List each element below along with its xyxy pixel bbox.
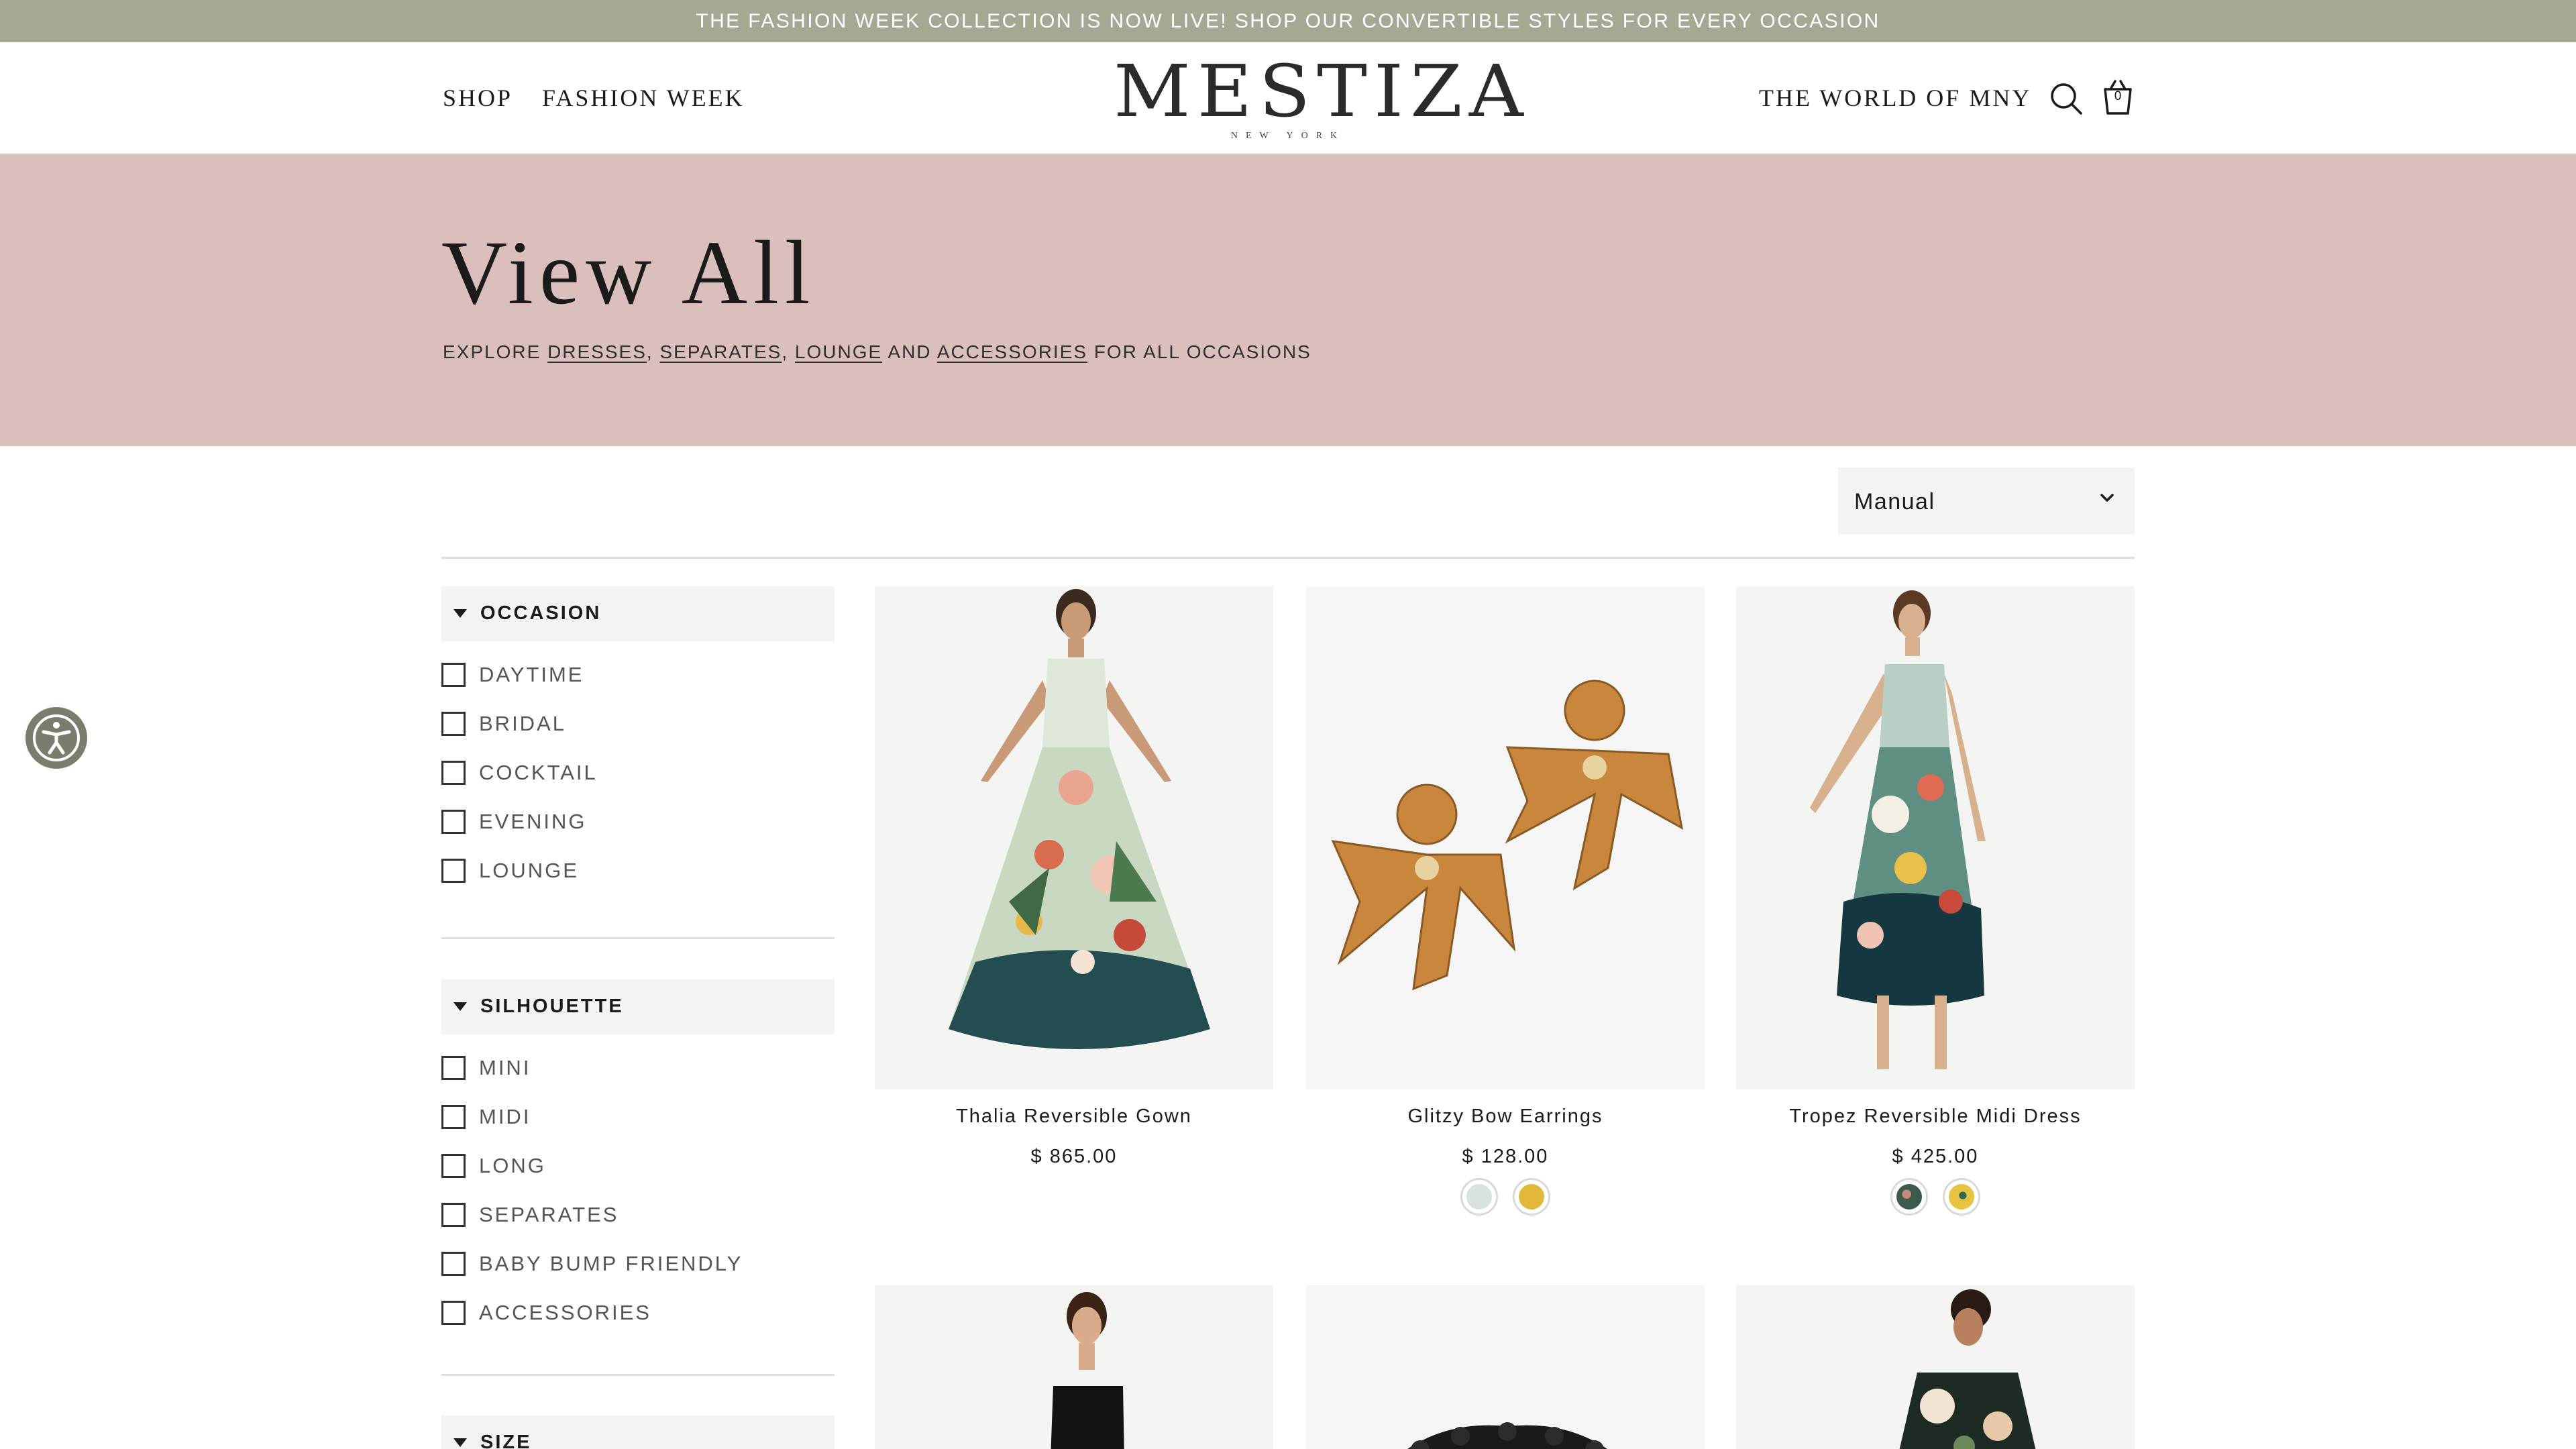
sort-select[interactable]: Manual xyxy=(1838,468,2135,535)
collection-hero: View All EXPLORE DRESSES, SEPARATES, LOU… xyxy=(0,154,2576,446)
filter-option-label: LONG xyxy=(479,1154,546,1177)
caret-down-icon xyxy=(453,1002,467,1011)
filter-option-separates[interactable]: SEPARATES xyxy=(441,1201,619,1228)
nav-shop[interactable]: SHOP xyxy=(443,84,513,112)
filter-title: SIZE xyxy=(480,1432,532,1449)
checkbox[interactable] xyxy=(441,1301,466,1325)
brand-logo[interactable]: MESTIZA NEW YORK xyxy=(1114,50,1530,148)
filter-option-evening[interactable]: EVENING xyxy=(441,808,587,835)
filter-option-label: COCKTAIL xyxy=(479,761,598,784)
checkbox[interactable] xyxy=(441,859,466,883)
color-swatches xyxy=(1736,1178,2135,1216)
checkbox[interactable] xyxy=(441,663,466,687)
checkbox[interactable] xyxy=(441,810,466,834)
product-name[interactable]: Thalia Reversible Gown xyxy=(875,1106,1273,1128)
filter-size-toggle[interactable]: SIZE xyxy=(441,1415,835,1449)
swatch-color xyxy=(1949,1184,1974,1210)
product-image[interactable] xyxy=(1306,586,1705,1089)
filter-option-cocktail[interactable]: COCKTAIL xyxy=(441,759,598,786)
filter-silhouette-toggle[interactable]: SILHOUETTE xyxy=(441,979,835,1034)
filter-option-accessories[interactable]: ACCESSORIES xyxy=(441,1299,651,1326)
link-lounge[interactable]: LOUNGE xyxy=(795,341,882,362)
accessibility-icon xyxy=(33,714,80,761)
filter-option-label: ACCESSORIES xyxy=(479,1301,651,1324)
filter-option-bridal[interactable]: BRIDAL xyxy=(441,710,566,737)
checkbox[interactable] xyxy=(441,1154,466,1178)
hero-sub-suffix: FOR ALL OCCASIONS xyxy=(1093,341,1311,362)
link-dresses[interactable]: DRESSES xyxy=(547,341,647,362)
product-image[interactable] xyxy=(875,586,1273,1089)
filter-option-lounge[interactable]: LOUNGE xyxy=(441,857,579,884)
filter-title: OCCASION xyxy=(480,602,602,624)
search-icon[interactable] xyxy=(2049,81,2084,116)
hero-sub-and: AND xyxy=(888,341,932,362)
accessibility-button[interactable] xyxy=(25,707,87,769)
product-price: $ 128.00 xyxy=(1462,1146,1549,1167)
checkbox[interactable] xyxy=(441,1203,466,1227)
filter-occasion-toggle[interactable]: OCCASION xyxy=(441,586,835,641)
product-name[interactable]: Tropez Reversible Midi Dress xyxy=(1736,1106,2135,1128)
shopping-bag-icon[interactable]: 0 xyxy=(2101,78,2135,116)
filter-option-label: SEPARATES xyxy=(479,1203,619,1226)
nav-fashion-week[interactable]: FASHION WEEK xyxy=(542,84,745,112)
product-image[interactable] xyxy=(1306,1285,1705,1449)
checkbox[interactable] xyxy=(441,712,466,736)
color-swatch[interactable] xyxy=(1890,1178,1928,1216)
checkbox[interactable] xyxy=(441,1056,466,1080)
nav-world-of-mny[interactable]: THE WORLD OF MNY xyxy=(1759,84,2031,112)
filter-title: SILHOUETTE xyxy=(480,996,624,1017)
checkbox[interactable] xyxy=(441,761,466,785)
color-swatch[interactable] xyxy=(1943,1178,1980,1216)
caret-down-icon xyxy=(453,1438,467,1447)
filter-option-baby-bump-friendly[interactable]: BABY BUMP FRIENDLY xyxy=(441,1250,743,1277)
announcement-bar[interactable]: THE FASHION WEEK COLLECTION IS NOW LIVE!… xyxy=(0,0,2576,42)
filter-option-label: BABY BUMP FRIENDLY xyxy=(479,1252,743,1275)
filter-option-label: MINI xyxy=(479,1056,531,1079)
chevron-down-icon xyxy=(2100,493,2114,506)
site-header: SHOP FASHION WEEK MESTIZA NEW YORK THE W… xyxy=(0,42,2576,154)
filter-option-label: EVENING xyxy=(479,810,587,833)
filter-divider xyxy=(441,1374,835,1376)
filter-option-label: BRIDAL xyxy=(479,712,566,735)
swatch-color xyxy=(1466,1184,1492,1210)
color-swatches xyxy=(1306,1178,1705,1216)
product-image[interactable] xyxy=(1736,1285,2135,1449)
swatch-color xyxy=(1519,1184,1544,1210)
filter-option-mini[interactable]: MINI xyxy=(441,1055,531,1081)
filter-option-label: LOUNGE xyxy=(479,859,579,882)
checkbox[interactable] xyxy=(441,1105,466,1129)
page-title: View All xyxy=(441,223,816,323)
product-price: $ 865.00 xyxy=(1030,1146,1118,1167)
toolbar-divider xyxy=(441,557,2135,559)
logo-wordmark: MESTIZA xyxy=(1114,50,1530,133)
product-image[interactable] xyxy=(1736,586,2135,1089)
product-price: $ 425.00 xyxy=(1892,1146,1979,1167)
sort-selected-value: Manual xyxy=(1854,489,1935,515)
link-separates[interactable]: SEPARATES xyxy=(659,341,782,362)
color-swatch[interactable] xyxy=(1513,1178,1550,1216)
filter-divider xyxy=(441,937,835,939)
product-name[interactable]: Glitzy Bow Earrings xyxy=(1306,1106,1705,1128)
hero-sub-prefix: EXPLORE xyxy=(443,341,541,362)
filter-option-midi[interactable]: MIDI xyxy=(441,1104,531,1130)
filter-option-label: MIDI xyxy=(479,1105,531,1128)
caret-down-icon xyxy=(453,609,467,618)
swatch-color xyxy=(1896,1184,1922,1210)
filter-option-label: DAYTIME xyxy=(479,663,584,686)
filter-option-long[interactable]: LONG xyxy=(441,1152,546,1179)
product-image[interactable] xyxy=(875,1285,1273,1449)
link-accessories[interactable]: ACCESSORIES xyxy=(937,341,1087,362)
filter-option-daytime[interactable]: DAYTIME xyxy=(441,661,584,688)
checkbox[interactable] xyxy=(441,1252,466,1276)
color-swatch[interactable] xyxy=(1460,1178,1498,1216)
announcement-text[interactable]: THE FASHION WEEK COLLECTION IS NOW LIVE!… xyxy=(696,10,1880,33)
cart-count: 0 xyxy=(2114,89,2122,103)
hero-subtitle: EXPLORE DRESSES, SEPARATES, LOUNGE AND A… xyxy=(443,341,1311,362)
